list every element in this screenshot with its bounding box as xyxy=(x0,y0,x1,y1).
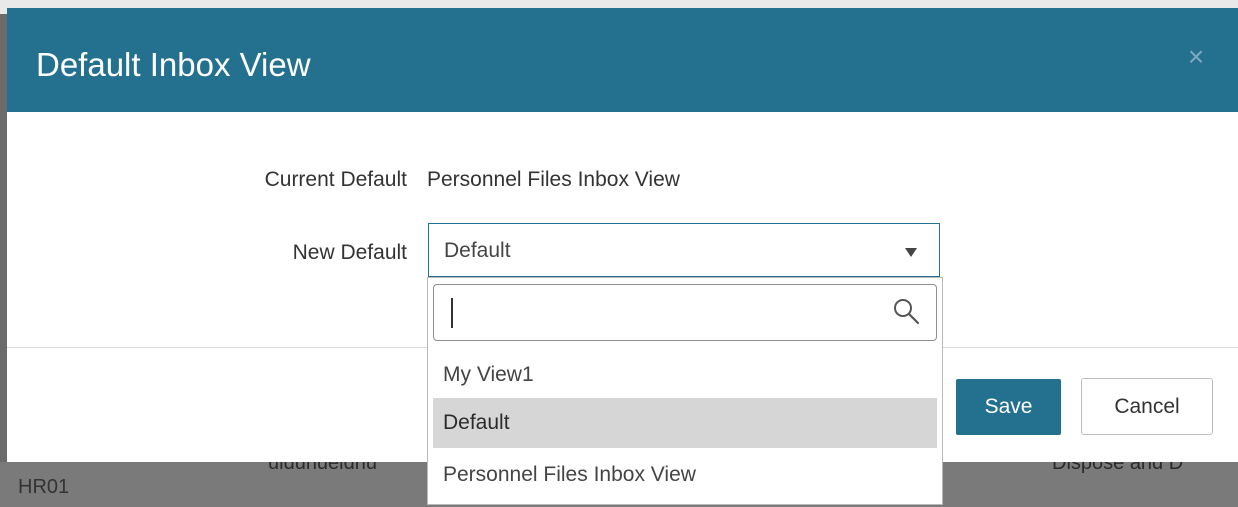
modal-header: Default Inbox View × xyxy=(7,8,1238,112)
caret-down-icon xyxy=(905,248,917,257)
modal-title: Default Inbox View xyxy=(36,46,311,83)
search-icon xyxy=(894,299,920,325)
close-icon[interactable]: × xyxy=(1183,43,1209,71)
dropdown-option[interactable]: My View1 xyxy=(433,350,937,400)
save-button[interactable]: Save xyxy=(956,379,1061,435)
dropdown-option[interactable]: Personnel Files Inbox View xyxy=(433,450,937,500)
dropdown-option-highlighted[interactable]: Default xyxy=(433,398,937,448)
current-default-value: Personnel Files Inbox View xyxy=(427,168,680,191)
background-row-code: HR01 xyxy=(18,476,70,498)
new-default-dropdown: My View1 Default Personnel Files Inbox V… xyxy=(427,277,943,505)
cancel-button[interactable]: Cancel xyxy=(1081,378,1213,435)
new-default-label: New Default xyxy=(292,241,407,264)
new-default-select[interactable]: Default xyxy=(428,223,940,277)
current-default-label: Current Default xyxy=(264,168,407,191)
dropdown-search-input[interactable] xyxy=(433,284,937,341)
text-cursor xyxy=(451,298,453,328)
new-default-selected-value: Default xyxy=(444,239,511,262)
